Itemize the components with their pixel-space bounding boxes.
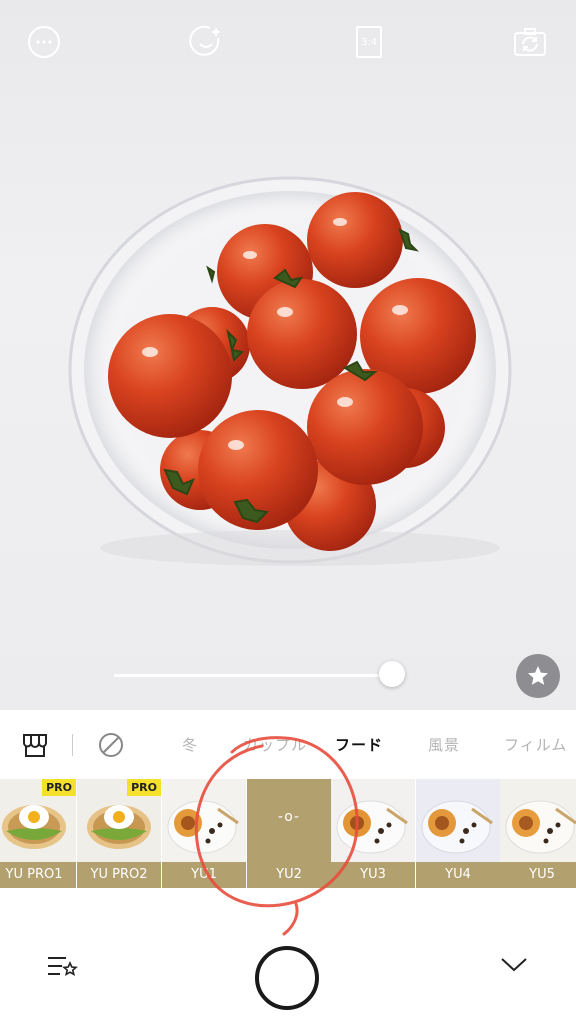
tab-food[interactable]: フード xyxy=(335,734,383,755)
store-button[interactable] xyxy=(20,730,50,760)
aspect-ratio-icon: 3:4 xyxy=(356,26,382,58)
beauty-button[interactable] xyxy=(188,24,224,60)
filter-yu2[interactable]: -o- YU2 xyxy=(247,779,331,888)
filter-thumbnail xyxy=(162,779,246,862)
filter-intensity-track[interactable] xyxy=(114,674,404,677)
filter-strip[interactable]: PRO YU PRO1 PRO YU PRO2 YU1 -o- YU2 YU3 … xyxy=(0,779,576,888)
category-divider xyxy=(72,734,73,756)
face-sparkle-icon xyxy=(189,25,221,56)
filter-yu4[interactable]: YU4 xyxy=(416,779,500,888)
chevron-down-icon xyxy=(501,958,527,972)
tab-landscape[interactable]: 風景 xyxy=(428,734,460,755)
pro-badge: PRO xyxy=(42,779,76,796)
list-star-icon xyxy=(48,957,78,977)
filter-thumbnail xyxy=(416,779,500,862)
filter-yu-pro2[interactable]: PRO YU PRO2 xyxy=(77,779,161,888)
filter-label: YU5 xyxy=(500,862,576,888)
favorite-button[interactable] xyxy=(516,654,560,698)
pro-badge: PRO xyxy=(127,779,161,796)
aspect-ratio-label: 3:4 xyxy=(360,36,378,48)
tab-winter[interactable]: 冬 xyxy=(182,734,198,755)
tab-film[interactable]: フィルム xyxy=(504,734,567,755)
filter-yu-pro1[interactable]: PRO YU PRO1 xyxy=(0,779,76,888)
intensity-adjust-icon: -o- xyxy=(277,809,301,825)
camera-preview[interactable]: 3:4 xyxy=(0,0,576,710)
no-filter-button[interactable] xyxy=(96,730,126,760)
store-icon xyxy=(23,734,47,757)
camera-flip-icon xyxy=(514,28,546,56)
more-options-button[interactable] xyxy=(26,24,62,60)
filter-thumbnail xyxy=(500,779,576,862)
filter-yu3[interactable]: YU3 xyxy=(331,779,415,888)
shutter-button[interactable] xyxy=(255,946,319,1010)
switch-camera-button[interactable] xyxy=(512,24,548,60)
filter-label: YU4 xyxy=(416,862,500,888)
filter-yu5[interactable]: YU5 xyxy=(500,779,576,888)
filter-thumbnail xyxy=(331,779,415,862)
filter-label: YU1 xyxy=(162,862,246,888)
filter-label: YU2 xyxy=(247,862,331,888)
filter-label: YU PRO2 xyxy=(77,862,161,888)
filter-yu1[interactable]: YU1 xyxy=(162,779,246,888)
camera-app: 3:4 冬 カップル フード 風景 フィルム PRO YU PRO1 PRO Y… xyxy=(0,0,576,1024)
filter-list-button[interactable] xyxy=(44,948,80,984)
aspect-ratio-button[interactable]: 3:4 xyxy=(351,24,387,60)
filter-label: YU3 xyxy=(331,862,415,888)
collapse-button[interactable] xyxy=(496,946,532,982)
no-filter-icon xyxy=(99,733,123,757)
filter-label: YU PRO1 xyxy=(0,862,76,888)
tomato-photo xyxy=(68,176,512,566)
tab-couple[interactable]: カップル xyxy=(243,734,307,755)
star-icon xyxy=(528,666,548,685)
ellipsis-circle-icon xyxy=(28,26,60,58)
